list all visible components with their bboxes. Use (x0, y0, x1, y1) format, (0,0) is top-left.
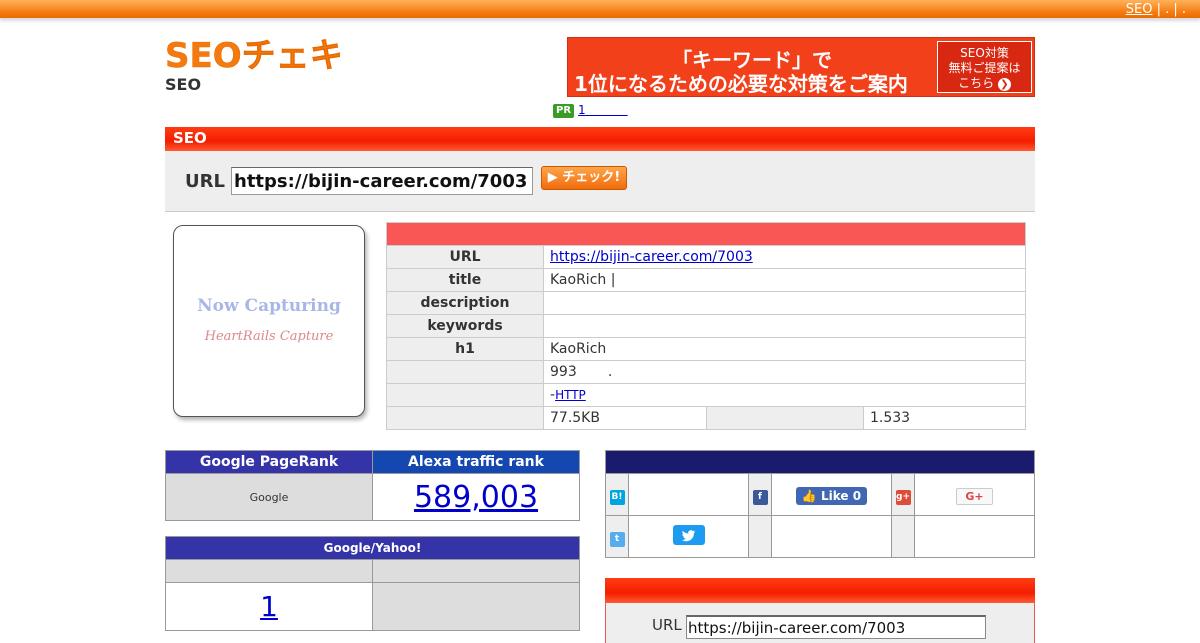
info-row-words: 993 . (386, 360, 1026, 384)
url-input[interactable] (231, 167, 533, 195)
logo-text: SEOチェキ! (165, 36, 340, 74)
twitter-bird-icon (681, 529, 695, 541)
info-key: keywords (386, 314, 544, 338)
info-row-size: 77.5KB 1.533 (386, 406, 1026, 430)
info-keywords-value (543, 314, 1026, 338)
top-separators: | . | . (1152, 2, 1186, 17)
info-row-h1: h1 KaoRich (386, 337, 1026, 361)
banner-button-line3: こちら (958, 76, 995, 90)
info-header (386, 222, 1026, 246)
facebook-icon: f (752, 490, 768, 505)
social-table: B! f 👍 Like 0 g+ G+ t (605, 450, 1035, 558)
info-title-value: KaoRich | (543, 268, 1026, 292)
gplus-button[interactable]: G+ (956, 487, 993, 505)
check-button[interactable]: ▶ チェック! (541, 166, 627, 190)
alexa-header: Alexa traffic rank (372, 450, 580, 474)
google-yahoo-link[interactable]: 1 (260, 590, 278, 623)
bottom-url-label: URL (652, 616, 682, 634)
pagerank-value: Google (165, 473, 373, 521)
info-word-count: 993 . (543, 360, 1026, 384)
hatena-icon: B! (609, 490, 625, 505)
top-links: SEO | . | . (1126, 2, 1186, 17)
info-key: description (386, 291, 544, 315)
site-subtitle: SEO (165, 75, 202, 94)
info-key: h1 (386, 337, 544, 361)
info-key: URL (386, 245, 544, 269)
alexa-rank-link[interactable]: 589,003 (414, 480, 538, 515)
arrow-right-icon: ❯ (997, 78, 1011, 91)
info-description-value (543, 291, 1026, 315)
capture-line1: Now Capturing (197, 296, 341, 316)
info-time: 1.533 (863, 406, 1026, 430)
bottom-section-bar (605, 578, 1035, 603)
hatena-cell (628, 473, 749, 516)
pagerank-header: Google PageRank (165, 450, 373, 474)
info-row-title: title KaoRich | (386, 268, 1026, 292)
url-panel: URL ▶ チェック! (165, 151, 1035, 212)
banner-button-line2: 無料ご提案は (948, 61, 1021, 75)
info-url-link[interactable]: https://bijin-career.com/7003 (550, 249, 753, 265)
info-h1-value: KaoRich (543, 337, 1026, 361)
info-key: title (386, 268, 544, 292)
pr-badge: PR (553, 104, 575, 118)
banner-button[interactable]: SEO対策 無料ご提案は こちら ❯ (937, 41, 1032, 93)
banner-button-line1: SEO対策 (960, 46, 1009, 60)
tweet-button[interactable] (672, 524, 705, 545)
info-row-http: -HTTP (386, 383, 1026, 407)
gplus-icon: g+ (895, 490, 911, 505)
top-bar: SEO | . | . (0, 0, 1200, 19)
bottom-panel: URL (605, 603, 1035, 643)
ad-banner[interactable]: 「キーワード」で 1位になるための必要な対策をご案内 SEO対策 無料ご提案は … (567, 37, 1035, 97)
section-title: SEO (165, 127, 1035, 151)
social-header (605, 450, 1035, 474)
info-row-description: description (386, 291, 1026, 315)
info-http: -HTTP (543, 383, 1026, 407)
twitter-icon: t (609, 532, 625, 547)
bottom-url-input[interactable] (686, 615, 986, 639)
http-link[interactable]: HTTP (555, 388, 586, 402)
info-table: URL https://bijin-career.com/7003 title … (386, 222, 1026, 430)
google-yahoo-header: Google/Yahoo! (165, 536, 580, 560)
url-label: URL (185, 171, 225, 192)
page-capture: Now Capturing HeartRails Capture (173, 225, 365, 417)
rank-table: Google PageRank Alexa traffic rank Googl… (165, 450, 580, 521)
info-row-url: URL https://bijin-career.com/7003 (386, 245, 1026, 269)
info-size: 77.5KB (543, 406, 707, 430)
info-row-keywords: keywords (386, 314, 1026, 338)
google-yahoo-table: Google/Yahoo! 1 (165, 536, 580, 631)
pr-line: PR 1 (553, 103, 628, 118)
facebook-like-button[interactable]: 👍 Like 0 (795, 486, 868, 505)
top-seo-link[interactable]: SEO (1126, 2, 1153, 17)
pr-link[interactable]: 1 (578, 103, 628, 117)
capture-line2: HeartRails Capture (204, 329, 334, 344)
banner-line2: 1位になるための必要な対策をご案内 (574, 72, 908, 96)
site-logo[interactable]: SEOチェキ! (165, 34, 340, 74)
